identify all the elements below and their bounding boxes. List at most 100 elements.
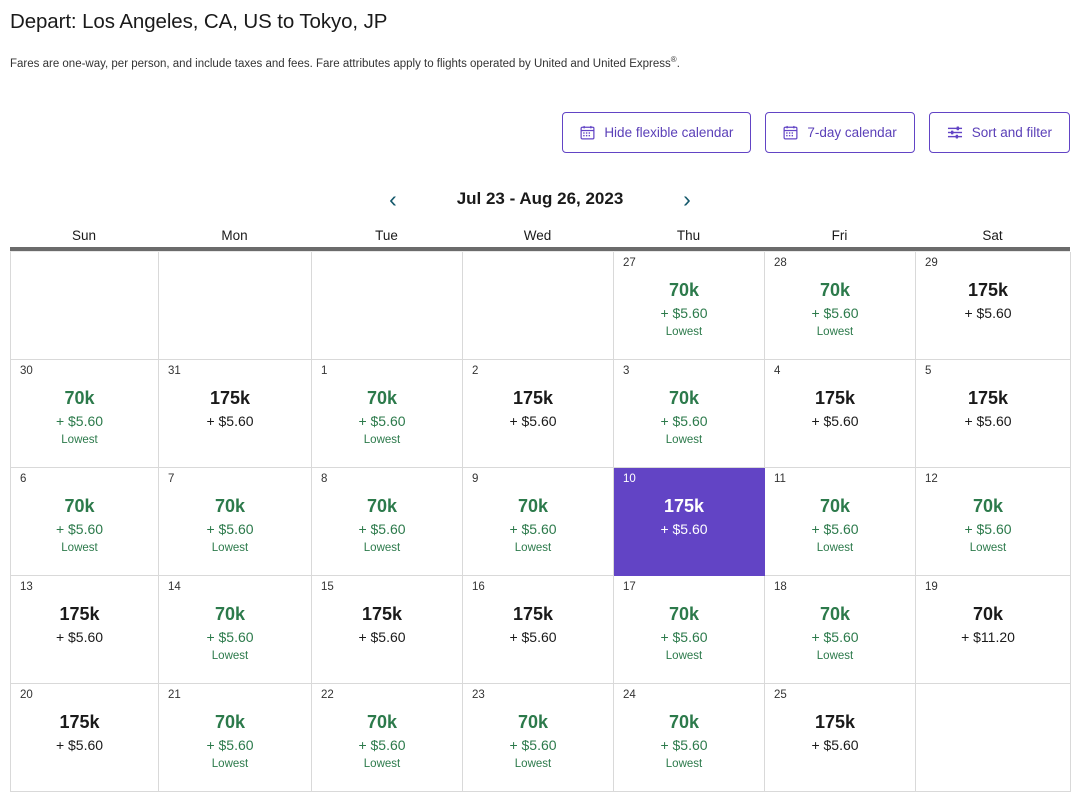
fare-miles: 70k xyxy=(668,604,700,624)
calendar-day-cell[interactable]: 16 175k + $5.60 xyxy=(463,576,614,684)
calendar-day-cell[interactable]: 8 70k + $5.60 Lowest xyxy=(312,468,463,576)
calendar-day-cell[interactable]: 27 70k + $5.60 Lowest xyxy=(614,252,765,360)
day-number: 10 xyxy=(623,473,636,485)
fare-tax: + $5.60 xyxy=(206,629,254,645)
calendar-day-cell[interactable]: 23 70k + $5.60 Lowest xyxy=(463,684,614,792)
fare-tax: + $5.60 xyxy=(358,521,406,537)
day-number: 8 xyxy=(321,473,328,485)
lowest-fare-badge: Lowest xyxy=(665,650,703,662)
fare-info: 70k + $5.60 Lowest xyxy=(312,710,452,773)
fare-miles: 175k xyxy=(512,604,554,624)
date-range-label: Jul 23 - Aug 26, 2023 xyxy=(456,189,624,208)
weekday-label-sat: Sat xyxy=(982,228,1003,243)
calendar-day-cell[interactable]: 20 175k + $5.60 xyxy=(11,684,159,792)
sort-and-filter-button[interactable]: Sort and filter xyxy=(928,112,1070,153)
day-number: 3 xyxy=(623,365,630,377)
calendar-day-cell[interactable]: 22 70k + $5.60 Lowest xyxy=(312,684,463,792)
calendar-day-cell[interactable]: 28 70k + $5.60 Lowest xyxy=(765,252,916,360)
lowest-fare-badge: Lowest xyxy=(665,326,703,338)
day-number: 5 xyxy=(925,365,932,377)
fare-info: 70k + $5.60 Lowest xyxy=(463,494,603,557)
fare-miles: 175k xyxy=(209,388,251,408)
calendar-icon xyxy=(783,125,798,140)
fare-miles: 70k xyxy=(366,496,398,516)
previous-dates-button[interactable]: ‹ xyxy=(371,184,415,214)
fare-tax: + $5.60 xyxy=(55,629,104,645)
calendar-day-cell[interactable]: 25 175k + $5.60 xyxy=(765,684,916,792)
fare-info: 70k + $5.60 Lowest xyxy=(614,602,754,665)
weekday-label-mon: Mon xyxy=(221,228,248,243)
day-number: 30 xyxy=(20,365,33,377)
calendar-day-cell[interactable]: 3 70k + $5.60 Lowest xyxy=(614,360,765,468)
fare-tax: + $5.60 xyxy=(811,305,859,321)
day-number: 2 xyxy=(472,365,479,377)
lowest-fare-badge: Lowest xyxy=(816,650,854,662)
calendar-day-cell[interactable]: 17 70k + $5.60 Lowest xyxy=(614,576,765,684)
fare-tax: + $5.60 xyxy=(811,629,859,645)
fare-info: 70k + $11.20 xyxy=(916,602,1060,648)
fare-info: 70k + $5.60 Lowest xyxy=(11,386,148,449)
calendar-day-cell[interactable]: 7 70k + $5.60 Lowest xyxy=(159,468,312,576)
fare-tax: + $5.60 xyxy=(660,413,708,429)
fare-info: 70k + $5.60 Lowest xyxy=(159,602,301,665)
calendar-day-cell[interactable]: 21 70k + $5.60 Lowest xyxy=(159,684,312,792)
next-dates-button[interactable]: › xyxy=(665,184,709,214)
day-number: 23 xyxy=(472,689,485,701)
fare-tax: + $5.60 xyxy=(509,629,557,645)
day-number: 12 xyxy=(925,473,938,485)
fare-calendar-grid: 27 70k + $5.60 Lowest 28 70k + $5.60 Lowest 29 17… xyxy=(10,251,1071,792)
calendar-day-cell[interactable]: 29 175k + $5.60 xyxy=(916,252,1071,360)
calendar-day-cell[interactable]: 19 70k + $11.20 xyxy=(916,576,1071,684)
fare-miles: 70k xyxy=(819,496,851,516)
fare-tax: + $5.60 xyxy=(811,413,859,429)
fare-miles: 70k xyxy=(819,604,851,624)
calendar-day-cell[interactable]: 11 70k + $5.60 Lowest xyxy=(765,468,916,576)
weekday-label-thu: Thu xyxy=(676,228,701,243)
hide-flexible-calendar-label: Hide flexible calendar xyxy=(604,125,734,140)
day-number: 4 xyxy=(774,365,781,377)
fare-info: 70k + $5.60 Lowest xyxy=(463,710,603,773)
hide-flexible-calendar-button[interactable]: Hide flexible calendar xyxy=(562,112,752,153)
fare-tax: + $5.60 xyxy=(206,521,254,537)
lowest-fare-badge: Lowest xyxy=(665,434,703,446)
calendar-day-cell[interactable]: 30 70k + $5.60 Lowest xyxy=(11,360,159,468)
fare-info: 175k + $5.60 xyxy=(159,386,301,432)
calendar-day-cell[interactable]: 4 175k + $5.60 xyxy=(765,360,916,468)
fare-tax: + $5.60 xyxy=(206,737,254,753)
calendar-icon xyxy=(580,125,595,140)
calendar-day-cell[interactable]: 12 70k + $5.60 Lowest xyxy=(916,468,1071,576)
fare-info: 175k + $5.60 xyxy=(765,386,905,432)
calendar-day-cell[interactable]: 13 175k + $5.60 xyxy=(11,576,159,684)
fare-miles: 175k xyxy=(59,712,100,732)
fare-info: 70k + $5.60 Lowest xyxy=(614,710,754,773)
calendar-day-cell[interactable]: 2 175k + $5.60 xyxy=(463,360,614,468)
fare-tax: + $5.60 xyxy=(206,413,254,429)
day-number: 1 xyxy=(321,365,328,377)
fare-info: 175k + $5.60 xyxy=(11,710,148,756)
calendar-day-cell[interactable]: 14 70k + $5.60 Lowest xyxy=(159,576,312,684)
calendar-day-cell[interactable]: 10 175k + $5.60 xyxy=(614,468,765,576)
day-number: 14 xyxy=(168,581,181,593)
calendar-day-cell[interactable]: 15 175k + $5.60 xyxy=(312,576,463,684)
lowest-fare-badge: Lowest xyxy=(211,650,249,662)
calendar-cell-empty xyxy=(312,252,463,360)
calendar-toolbar: Hide flexible calendar 7-day calendar So… xyxy=(562,112,1070,153)
fare-info: 175k + $5.60 xyxy=(312,602,452,648)
calendar-day-cell[interactable]: 18 70k + $5.60 Lowest xyxy=(765,576,916,684)
calendar-day-cell[interactable]: 1 70k + $5.60 Lowest xyxy=(312,360,463,468)
weekday-label-fri: Fri xyxy=(831,228,848,243)
calendar-day-cell[interactable]: 24 70k + $5.60 Lowest xyxy=(614,684,765,792)
calendar-day-cell[interactable]: 5 175k + $5.60 xyxy=(916,360,1071,468)
fare-tax: + $5.60 xyxy=(811,737,859,753)
fare-miles: 70k xyxy=(214,604,246,624)
fare-tax: + $5.60 xyxy=(964,521,1012,537)
seven-day-calendar-button[interactable]: 7-day calendar xyxy=(765,112,915,153)
fare-tax: + $5.60 xyxy=(660,737,708,753)
fare-info: 70k + $5.60 Lowest xyxy=(312,386,452,449)
day-number: 25 xyxy=(774,689,787,701)
calendar-day-cell[interactable]: 6 70k + $5.60 Lowest xyxy=(11,468,159,576)
fare-miles: 175k xyxy=(967,388,1009,408)
calendar-day-cell[interactable]: 9 70k + $5.60 Lowest xyxy=(463,468,614,576)
calendar-day-cell[interactable]: 31 175k + $5.60 xyxy=(159,360,312,468)
fare-disclaimer-period: . xyxy=(676,57,680,70)
